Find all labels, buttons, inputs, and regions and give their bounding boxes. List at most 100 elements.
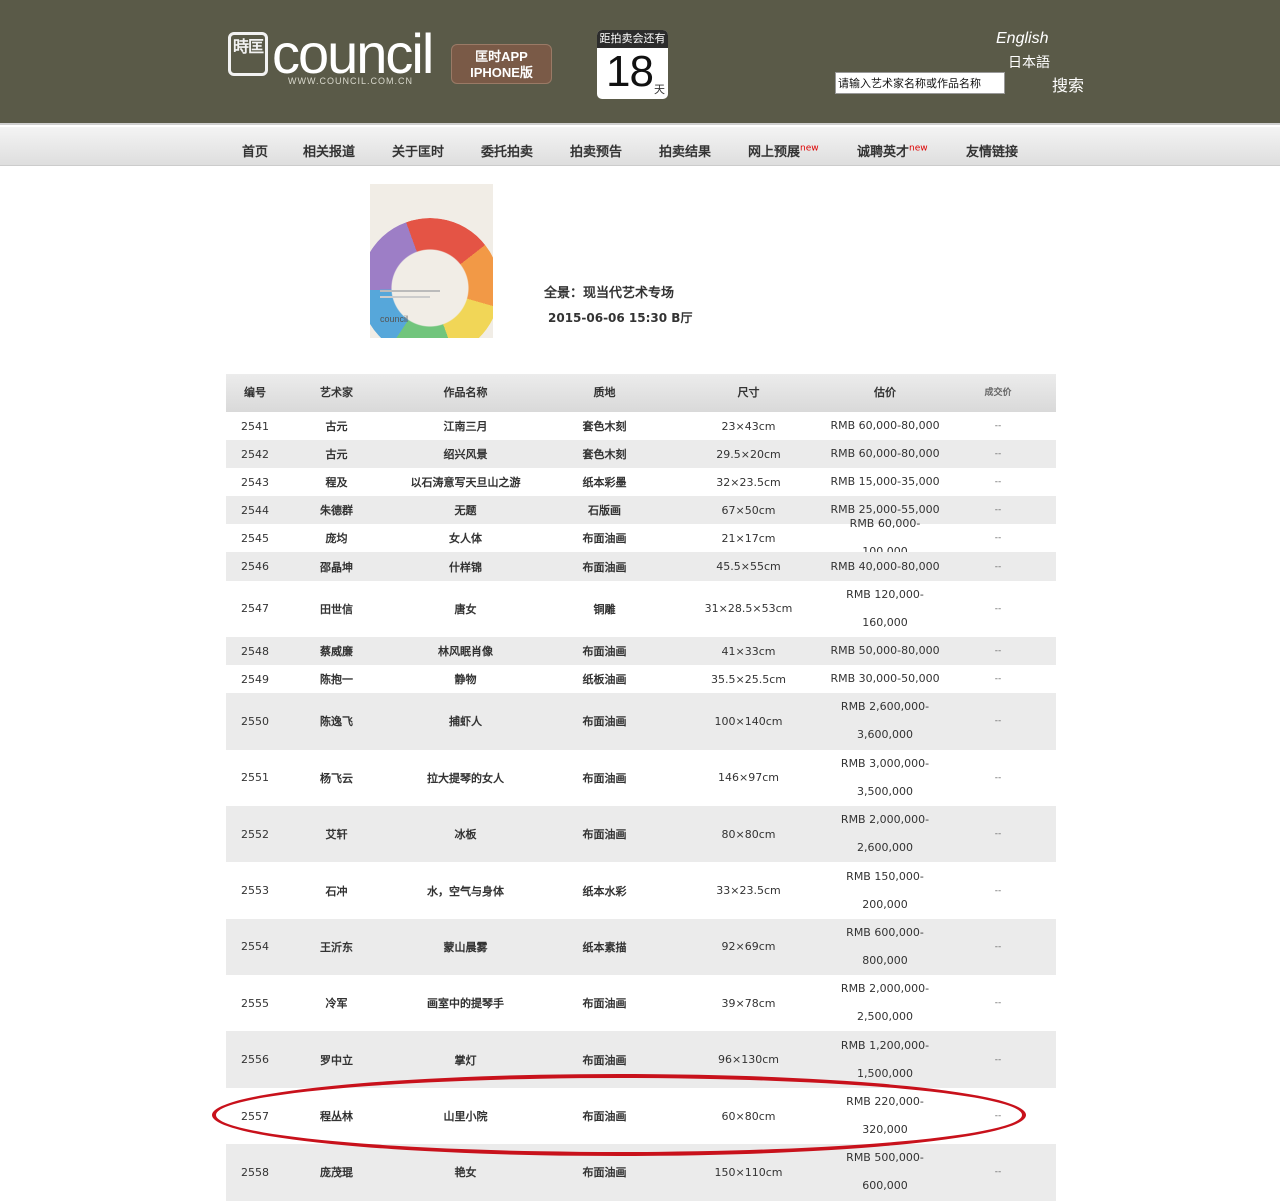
nav-item[interactable]: 拍卖预告 [570, 141, 622, 160]
table-row[interactable]: 2558 庞茂琨 艳女 布面油画 150×110cm RMB 500,000- 600,0… [226, 1144, 1056, 1201]
material: 布面油画 [582, 997, 627, 1011]
artwork-title[interactable]: 蒙山晨雾 [389, 919, 542, 975]
hammer-price: -- [994, 1111, 1002, 1122]
cover-brand: council [380, 314, 409, 324]
artwork-title[interactable]: 唐女 [389, 581, 542, 637]
lot-number: 2545 [241, 531, 269, 545]
artwork-title[interactable]: 艳女 [389, 1144, 542, 1200]
artwork-title[interactable]: 什样锦 [389, 552, 542, 580]
nav-item[interactable]: 诚聘英才new [857, 141, 928, 160]
artist-name: 田世信 [320, 602, 353, 616]
artwork-title[interactable]: 静物 [389, 665, 542, 693]
logo-seal[interactable]: 時匡 [228, 32, 268, 76]
artwork-title[interactable]: 山里小院 [389, 1088, 542, 1144]
dimensions: 35.5×25.5cm [711, 672, 786, 686]
artwork-title[interactable]: 拉大提琴的女人 [389, 750, 542, 806]
artwork-title[interactable]: 绍兴风景 [389, 440, 542, 468]
hammer-price: -- [994, 772, 1002, 783]
lot-number: 2556 [241, 1053, 269, 1067]
lot-number: 2548 [241, 644, 269, 658]
table-row[interactable]: 2548 蔡威廉 林风眠肖像 布面油画 41×33cm RMB 50,000-80,000… [226, 636, 1056, 666]
countdown-unit: 天 [654, 83, 665, 96]
material: 布面油画 [582, 828, 627, 842]
table-row[interactable]: 2543 程及 以石涛意写天旦山之游 纸本彩墨 32×23.5cm RMB 15,000-… [226, 468, 1056, 496]
nav-item-label: 网上预展 [748, 145, 801, 160]
nav-item[interactable]: 关于匡时 [392, 141, 444, 160]
search-button[interactable]: 搜索 [1052, 72, 1084, 96]
cover-text-line [380, 290, 440, 292]
estimate: RMB 3,000,000- 3,500,000 [840, 756, 930, 798]
language-japanese-link[interactable]: 日本語 [1008, 52, 1050, 72]
artwork-title[interactable]: 捕虾人 [389, 693, 542, 749]
material: 布面油画 [582, 1053, 627, 1067]
estimate: RMB 600,000- 800,000 [846, 925, 924, 967]
search-input[interactable] [835, 72, 1005, 94]
artist-name: 程及 [325, 476, 348, 490]
artwork-title[interactable]: 冰板 [389, 806, 542, 862]
table-row[interactable]: 2541 古元 江南三月 套色木刻 23×43cm RMB 60,000-80,000 -- [226, 412, 1056, 440]
lot-number: 2555 [241, 996, 269, 1010]
nav-item[interactable]: 相关报道 [303, 141, 355, 160]
column-header: 尺寸 [737, 386, 760, 399]
estimate: RMB 1,200,000- 1,500,000 [840, 1038, 930, 1080]
nav-item[interactable]: 友情链接 [966, 141, 1018, 160]
main-nav: 首页 相关报道 关于匡时 委托拍卖 拍卖预告 拍卖结果 网上预展new 诚聘英才new 友情链接 [0, 127, 1280, 166]
column-header: 估价 [874, 386, 896, 399]
table-row[interactable]: 2555 冷军 画室中的提琴手 布面油画 39×78cm RMB 2,000,000- 2… [226, 975, 1056, 1031]
table-row[interactable]: 2542 古元 绍兴风景 套色木刻 29.5×20cm RMB 60,000-80,000… [226, 440, 1056, 469]
catalog-cover-image[interactable]: council [370, 184, 493, 338]
nav-item[interactable]: 首页 [242, 141, 268, 160]
app-download-button[interactable]: 匡时APP IPHONE版 [451, 44, 552, 84]
table-row[interactable]: 2551 杨飞云 拉大提琴的女人 布面油画 146×97cm RMB 3,000,000-… [226, 750, 1056, 806]
nav-item[interactable]: 委托拍卖 [481, 141, 533, 160]
artwork-title[interactable]: 掌灯 [389, 1031, 542, 1087]
artwork-title[interactable]: 水，空气与身体 [389, 862, 542, 918]
artwork-title[interactable]: 以石涛意写天旦山之游 [389, 468, 542, 496]
artwork-title[interactable]: 无题 [389, 496, 542, 524]
artwork-title[interactable]: 林风眠肖像 [389, 637, 542, 665]
dimensions: 32×23.5cm [716, 475, 781, 489]
table-body: 2541 古元 江南三月 套色木刻 23×43cm RMB 60,000-80,000 --… [226, 412, 1056, 1201]
artist-name: 冷军 [325, 997, 348, 1011]
artwork-title[interactable]: 女人体 [389, 524, 542, 552]
app-button-line2: IPHONE版 [470, 65, 533, 80]
material: 套色木刻 [582, 448, 627, 462]
language-english-link[interactable]: English [996, 30, 1048, 48]
nav-item[interactable]: 拍卖结果 [659, 141, 711, 160]
material: 纸本彩墨 [582, 476, 627, 490]
lot-number: 2553 [241, 884, 269, 897]
artist-name: 艾轩 [325, 828, 348, 842]
table-row[interactable]: 2547 田世信 唐女 铜雕 31×28.5×53cm RMB 120,000- 160,… [226, 581, 1056, 637]
lot-number: 2558 [241, 1165, 269, 1179]
table-row[interactable]: 2546 邵晶坤 什样锦 布面油画 45.5×55cm RMB 40,000-80,000… [226, 552, 1056, 581]
estimate: RMB 60,000-80,000 [830, 447, 940, 461]
estimate: RMB 500,000- 600,000 [846, 1151, 924, 1193]
artist-name: 古元 [325, 448, 348, 462]
dimensions: 29.5×20cm [716, 447, 781, 461]
material: 布面油画 [582, 645, 627, 658]
table-row[interactable]: 2553 石冲 水，空气与身体 纸本水彩 33×23.5cm RMB 150,000- 2… [226, 862, 1056, 918]
table-row[interactable]: 2554 王沂东 蒙山晨雾 纸本素描 92×69cm RMB 600,000- 800,0… [226, 918, 1056, 976]
estimate: RMB 150,000- 200,000 [846, 869, 924, 911]
artwork-title[interactable]: 画室中的提琴手 [389, 975, 542, 1031]
column-header: 作品名称 [443, 386, 488, 399]
lot-number: 2551 [241, 771, 269, 785]
hammer-price: -- [994, 603, 1002, 614]
table-row[interactable]: 2552 艾轩 冰板 布面油画 80×80cm RMB 2,000,000- 2,600,… [226, 805, 1056, 863]
table-row[interactable]: 2556 罗中立 掌灯 布面油画 96×130cm RMB 1,200,000- 1,50… [226, 1031, 1056, 1088]
table-row[interactable]: 2549 陈抱一 静物 纸板油画 35.5×25.5cm RMB 30,000-50,00… [226, 665, 1056, 693]
hammer-price: -- [994, 505, 1002, 516]
dimensions: 33×23.5cm [716, 884, 781, 897]
site-header: 時匡 council WWW.COUNCIL.COM.CN 匡时APP IPHO… [0, 0, 1280, 125]
dimensions: 100×140cm [714, 714, 783, 728]
table-row[interactable]: 2550 陈逸飞 捕虾人 布面油画 100×140cm RMB 2,600,000- 3,… [226, 693, 1056, 750]
table-row[interactable]: 2545 庞均 女人体 布面油画 21×17cm RMB 60,000-100,000 -- [226, 517, 1056, 558]
material: 套色木刻 [582, 420, 627, 434]
nav-item[interactable]: 网上预展new [748, 141, 819, 160]
dimensions: 67×50cm [721, 503, 776, 517]
artwork-title[interactable]: 江南三月 [389, 412, 542, 440]
table-row[interactable]: 2557 程丛林 山里小院 布面油画 60×80cm RMB 220,000- 320,0… [226, 1088, 1056, 1144]
dimensions: 80×80cm [721, 827, 776, 841]
estimate: RMB 2,000,000- 2,600,000 [840, 813, 930, 855]
sale-time: 2015-06-06 15:30 B厅 [548, 311, 693, 325]
